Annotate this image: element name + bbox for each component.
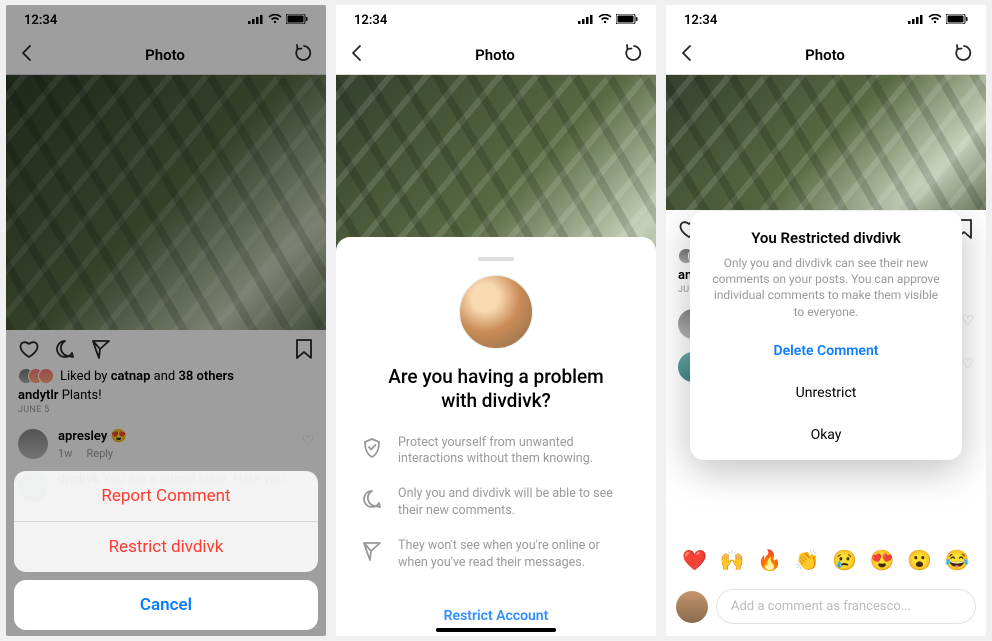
emoji-sad[interactable]: 😢 [832, 548, 857, 572]
modal-title: You Restricted divdivk [708, 229, 944, 247]
emoji-laugh[interactable]: 😂 [945, 548, 970, 572]
screen-1-action-sheet: 12:34 Photo Liked by catnap and 38 other… [6, 5, 326, 636]
undo-button[interactable] [624, 43, 644, 67]
like-comment-icon[interactable]: ♡ [961, 356, 974, 372]
emoji-clap[interactable]: 👏 [795, 548, 820, 572]
comment-input-field[interactable]: Add a comment as francesco... [716, 589, 976, 624]
emoji-hands[interactable]: 🙌 [720, 548, 745, 572]
report-comment-button[interactable]: Report Comment [14, 471, 318, 521]
post-photo[interactable] [666, 75, 986, 210]
comment-bubble-icon [360, 486, 384, 510]
status-time: 12:34 [354, 13, 387, 28]
emoji-fire[interactable]: 🔥 [757, 548, 782, 572]
nav-bar: Photo [336, 35, 656, 75]
feature-protect: Protect yourself from unwanted interacti… [360, 435, 632, 469]
signal-icon [578, 13, 594, 28]
feature-text: Only you and divdivk will be able to see… [398, 486, 632, 520]
battery-icon [616, 13, 638, 28]
back-button[interactable] [348, 44, 366, 66]
like-comment-icon[interactable]: ♡ [961, 313, 974, 329]
action-sheet: Report Comment Restrict divdivk Cancel [14, 471, 318, 630]
emoji-quick-row: ❤️ 🙌 🔥 👏 😢 😍 😮 😂 [666, 540, 986, 580]
feature-text: They won't see when you're online or whe… [398, 538, 632, 572]
feature-text: Protect yourself from unwanted interacti… [398, 435, 632, 469]
back-button[interactable] [678, 44, 696, 66]
okay-button[interactable]: Okay [708, 414, 944, 456]
sheet-handle[interactable] [478, 257, 514, 261]
undo-button[interactable] [954, 43, 974, 67]
signal-icon [908, 13, 924, 28]
nav-bar: Photo [666, 35, 986, 75]
restricted-confirmation-modal: You Restricted divdivk Only you and divd… [690, 211, 962, 460]
screen-2-restrict-sheet: 12:34 Photo Are you having a problem wit… [336, 5, 656, 636]
restrict-bottom-sheet: Are you having a problem with divdivk? P… [336, 237, 656, 636]
status-time: 12:34 [684, 13, 717, 28]
nav-title: Photo [475, 46, 515, 64]
home-indicator[interactable] [436, 628, 556, 632]
comment-composer: Add a comment as francesco... [676, 589, 976, 624]
emoji-wow[interactable]: 😮 [907, 548, 932, 572]
paper-plane-icon [360, 538, 384, 562]
screen-3-confirmation: 12:34 Photo Liked by catnap and 38 other… [666, 5, 986, 636]
nav-title: Photo [805, 46, 845, 64]
wifi-icon [598, 13, 612, 28]
feature-messages: They won't see when you're online or whe… [360, 538, 632, 572]
shield-icon [360, 435, 384, 459]
restrict-user-button[interactable]: Restrict divdivk [14, 521, 318, 572]
my-avatar[interactable] [676, 591, 708, 623]
battery-icon [946, 13, 968, 28]
wifi-icon [928, 13, 942, 28]
emoji-heart-eyes[interactable]: 😍 [870, 548, 895, 572]
status-bar: 12:34 [336, 5, 656, 35]
status-bar: 12:34 [666, 5, 986, 35]
status-indicators [578, 13, 638, 28]
modal-body: Only you and divdivk can see their new c… [708, 255, 944, 320]
status-indicators [908, 13, 968, 28]
feature-comments: Only you and divdivk will be able to see… [360, 486, 632, 520]
sheet-title: Are you having a problem with divdivk? [360, 365, 632, 413]
cancel-button[interactable]: Cancel [14, 580, 318, 630]
unrestrict-button[interactable]: Unrestrict [708, 372, 944, 414]
emoji-heart[interactable]: ❤️ [682, 548, 707, 572]
delete-comment-button[interactable]: Delete Comment [708, 330, 944, 372]
user-avatar [459, 275, 533, 349]
